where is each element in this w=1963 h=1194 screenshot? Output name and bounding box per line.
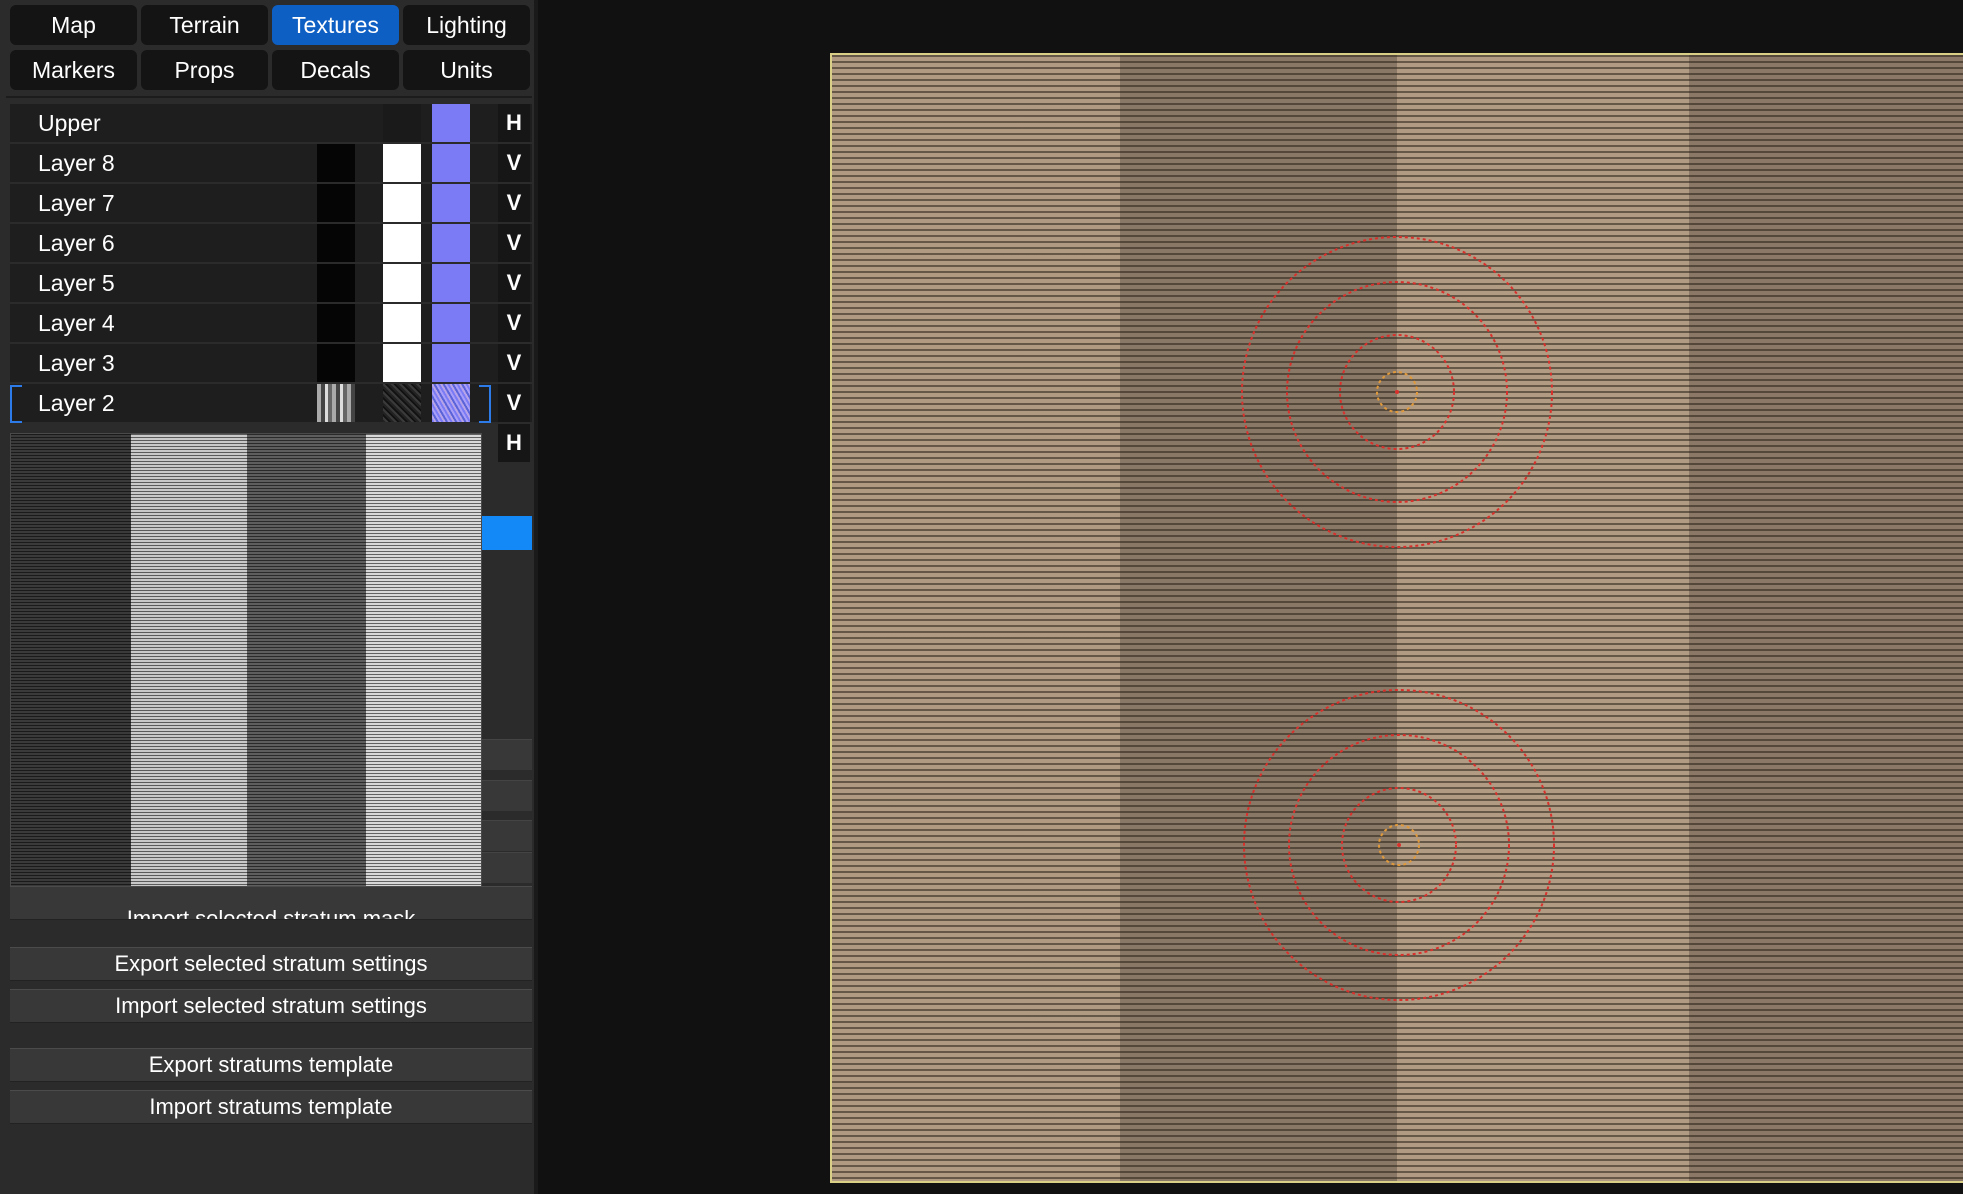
selection-bracket-right (479, 385, 491, 423)
layer-mask-swatch (383, 184, 421, 222)
layer-name: Layer 7 (38, 190, 115, 216)
tab-textures[interactable]: Textures (272, 5, 399, 45)
import-settings-button[interactable]: Import selected stratum settings (10, 989, 532, 1023)
tab-props[interactable]: Props (141, 50, 268, 90)
layer-albedo-swatch (317, 384, 355, 422)
import-mask-label: Import selected stratum mask (126, 906, 416, 920)
layer-mask-swatch (383, 144, 421, 182)
layer-flag-button[interactable]: V (498, 304, 530, 342)
layer-mask-swatch (383, 384, 421, 422)
selection-bracket-left (10, 385, 22, 423)
import-template-button[interactable]: Import stratums template (10, 1090, 532, 1124)
layer-flag-button[interactable]: V (498, 144, 530, 182)
layer-name: Layer 4 (38, 310, 115, 336)
editor-tabs: Map Terrain Textures Lighting Markers Pr… (10, 5, 530, 90)
layer-mask-swatch (383, 264, 421, 302)
marker-overlay (1241, 236, 1555, 1001)
layer-name: Layer 3 (38, 350, 115, 376)
layer-flag-button[interactable]: V (498, 184, 530, 222)
layer-normal-swatch (432, 224, 470, 262)
export-template-button[interactable]: Export stratums template (10, 1048, 532, 1082)
layer-albedo-swatch (317, 304, 355, 342)
layer-name: Layer 2 (38, 390, 115, 416)
layer-normal-swatch (432, 304, 470, 342)
layer-albedo-swatch (317, 264, 355, 302)
layer-normal-swatch (432, 344, 470, 382)
tab-units[interactable]: Units (403, 50, 530, 90)
tab-lighting[interactable]: Lighting (403, 5, 530, 45)
layer-mask-swatch (383, 304, 421, 342)
layer-normal-swatch (432, 184, 470, 222)
tab-decals[interactable]: Decals (272, 50, 399, 90)
layer-flag-button[interactable]: H (498, 424, 530, 462)
layer-albedo-swatch (317, 184, 355, 222)
layer-normal-swatch (432, 144, 470, 182)
layer-row-3[interactable]: Layer 3 V (10, 344, 532, 382)
tab-terrain[interactable]: Terrain (141, 5, 268, 45)
panel-divider (6, 96, 532, 98)
layer-normal-swatch (432, 264, 470, 302)
layer-name: Upper (38, 110, 101, 136)
texture-preview-popup (10, 433, 482, 905)
layer-name: Layer 8 (38, 150, 115, 176)
layer-albedo-swatch (317, 144, 355, 182)
layer-mask-swatch (383, 344, 421, 382)
layer-row-7[interactable]: Layer 7 V (10, 184, 532, 222)
import-mask-button[interactable]: Import selected stratum mask (10, 886, 532, 920)
layer-row-4[interactable]: Layer 4 V (10, 304, 532, 342)
tab-map[interactable]: Map (10, 5, 137, 45)
layer-normal-swatch (432, 384, 470, 422)
layer-row-2-selected[interactable]: Layer 2 V (10, 384, 532, 423)
stratum-layer-list: Upper H Layer 8 V Layer 7 V Layer 6 V La… (10, 104, 532, 464)
textures-panel: Map Terrain Textures Lighting Markers Pr… (0, 0, 538, 1194)
layer-mask-swatch (383, 104, 421, 142)
layer-flag-button[interactable]: V (498, 344, 530, 382)
layer-flag-button[interactable]: V (498, 384, 530, 422)
layer-name: Layer 5 (38, 270, 115, 296)
layer-flag-button[interactable]: V (498, 264, 530, 302)
layer-row-upper[interactable]: Upper H (10, 104, 532, 142)
layer-mask-swatch (383, 224, 421, 262)
map-viewport[interactable] (830, 53, 1963, 1183)
marker-ring-lower[interactable] (1243, 689, 1555, 1001)
layer-flag-button[interactable]: V (498, 224, 530, 262)
layer-albedo-swatch (317, 344, 355, 382)
export-settings-button[interactable]: Export selected stratum settings (10, 947, 532, 981)
layer-name: Layer 6 (38, 230, 115, 256)
layer-flag-button[interactable]: H (498, 104, 530, 142)
tab-markers[interactable]: Markers (10, 50, 137, 90)
layer-normal-swatch (432, 104, 470, 142)
layer-row-5[interactable]: Layer 5 V (10, 264, 532, 302)
marker-ring-upper[interactable] (1241, 236, 1553, 548)
layer-albedo-swatch (317, 224, 355, 262)
layer-row-8[interactable]: Layer 8 V (10, 144, 532, 182)
layer-row-6[interactable]: Layer 6 V (10, 224, 532, 262)
